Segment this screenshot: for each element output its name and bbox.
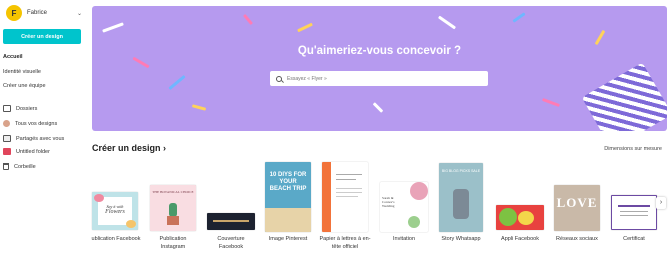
cover-stripe (213, 220, 249, 222)
text-line (336, 174, 362, 175)
text-line (336, 192, 362, 193)
leaf-decoration (408, 216, 420, 228)
text-line (336, 196, 358, 197)
cactus-decoration (169, 203, 177, 217)
design-card-invitation[interactable]: Sarah & Connor's Wedding (380, 182, 428, 232)
design-label: Invitation (392, 236, 415, 242)
letterhead-bar (322, 162, 331, 232)
design-card-pinterest[interactable]: 10 DIYS FOR YOUR BEACH TRIP (265, 162, 311, 232)
sidebar-item-trash[interactable]: Corbeille (3, 163, 36, 170)
design-label: Image Pinterest (268, 236, 308, 242)
section-title[interactable]: Créer un design › (92, 143, 166, 153)
design-card-instagram-post[interactable]: THE BOTANICAL CHOICE (150, 185, 196, 231)
text-line (336, 188, 362, 189)
shared-icon (3, 135, 11, 142)
search-input[interactable] (287, 75, 477, 82)
sidebar-item-untitled-folder[interactable]: Untitled folder (3, 148, 50, 155)
folder-icon (3, 105, 11, 112)
sand-decoration (265, 208, 311, 232)
create-design-button[interactable]: Créer un design (3, 29, 81, 44)
person-icon (3, 120, 10, 127)
flower-decoration (410, 182, 428, 200)
chevron-right-icon: › (163, 143, 167, 153)
lime-decoration (499, 208, 517, 226)
sidebar-item-shared[interactable]: Partagés avec vous (3, 135, 64, 142)
confetti-decoration (102, 22, 124, 33)
sidebar-item-label: Tous vos designs (15, 120, 58, 127)
design-label: Story Whatsapp (441, 236, 481, 242)
user-menu[interactable]: F Fabrice ⌄ (6, 5, 82, 21)
design-label: ublication Facebook (91, 236, 141, 242)
section-title-text: Créer un design (92, 143, 161, 153)
search-bar[interactable] (270, 71, 488, 86)
design-card-letterhead[interactable] (322, 162, 368, 232)
sidebar-item-label: Identité visuelle (3, 69, 41, 75)
design-card-certificate[interactable] (611, 195, 657, 230)
design-card-facebook-app[interactable] (496, 205, 544, 230)
pot-decoration (167, 216, 179, 225)
design-card-facebook-post[interactable]: Say it with Flowers (92, 192, 138, 230)
sidebar-item-folders[interactable]: Dossiers (3, 105, 37, 112)
confetti-decoration (242, 13, 254, 26)
sidebar-item-label: Dossiers (16, 105, 38, 112)
card-thumb-text: THE BOTANICAL CHOICE (152, 190, 194, 194)
card-thumb-text: Sarah & Connor's Wedding (382, 196, 395, 208)
sidebar-item-label: Créer une équipe (3, 83, 46, 89)
design-label: Papier à lettres à en- tête officiel (319, 236, 371, 250)
confetti-decoration (372, 102, 384, 113)
trash-icon (3, 163, 9, 170)
figure-decoration (453, 189, 469, 219)
card-thumb-text: BIG BLOG PICKS SALE (441, 169, 481, 173)
confetti-decoration (437, 15, 457, 30)
confetti-decoration (512, 12, 526, 23)
design-label: Couverture Facebook (217, 236, 245, 250)
user-name: Fabrice (27, 10, 48, 16)
custom-size-link[interactable]: Dimensions sur mesure (604, 146, 662, 152)
sidebar-item-label: Untitled folder (16, 148, 50, 155)
design-label: Publication Instagram (159, 236, 187, 250)
design-card-facebook-cover[interactable] (207, 213, 255, 230)
folder-colored-icon (3, 148, 11, 155)
carousel-next-button[interactable]: › (656, 197, 666, 209)
confetti-decoration (191, 104, 207, 111)
text-line (618, 205, 650, 207)
confetti-decoration (168, 74, 186, 91)
sidebar-item-brand-identity[interactable]: Identité visuelle (3, 69, 41, 75)
flower-decoration (126, 220, 136, 228)
sidebar-item-label: Partagés avec vous (16, 135, 65, 142)
hero-banner: Qu'aimeriez-vous concevoir ? (92, 6, 667, 131)
design-card-social-media[interactable]: LOVE (554, 185, 600, 231)
confetti-decoration (297, 22, 313, 33)
lemon-decoration (518, 211, 534, 225)
text-line (336, 179, 356, 180)
search-icon (276, 75, 282, 82)
confetti-decoration (542, 98, 560, 107)
confetti-decoration (132, 56, 150, 69)
card-thumb-text: 10 DIYS FOR YOUR BEACH TRIP (269, 172, 307, 192)
sidebar-item-label: Corbeille (14, 163, 36, 170)
flower-decoration (94, 194, 104, 202)
avatar[interactable]: F (6, 5, 22, 21)
design-label: Appli Facebook (501, 236, 539, 242)
party-popper-decoration (581, 62, 667, 131)
text-line (620, 211, 648, 212)
card-thumb-text: LOVE (556, 195, 598, 210)
sidebar-item-create-team[interactable]: Créer une équipe (3, 83, 46, 89)
design-label: Certificat (623, 236, 645, 242)
sidebar: F Fabrice ⌄ Créer un design Accueil Iden… (0, 0, 86, 263)
sidebar-item-label: Accueil (3, 54, 23, 60)
hero-title: Qu'aimeriez-vous concevoir ? (297, 45, 462, 57)
chevron-down-icon[interactable]: ⌄ (77, 10, 82, 17)
confetti-decoration (594, 29, 606, 46)
sidebar-item-all-designs[interactable]: Tous vos designs (3, 120, 57, 127)
text-line (620, 215, 648, 216)
design-card-whatsapp-story[interactable]: BIG BLOG PICKS SALE (439, 163, 483, 232)
card-thumb-text: Flowers (105, 209, 125, 215)
sidebar-item-home[interactable]: Accueil (3, 54, 23, 60)
design-label: Réseaux sociaux (556, 236, 598, 242)
